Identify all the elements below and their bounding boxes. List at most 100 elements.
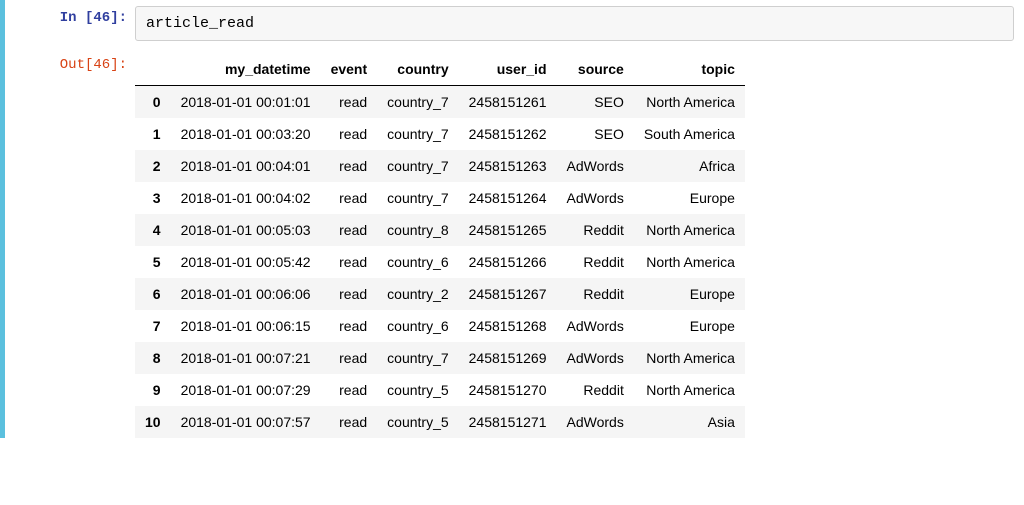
cell-event: read [321,310,378,342]
cell-topic: Europe [634,310,745,342]
cell-user_id: 2458151271 [459,406,557,438]
cell-topic: Europe [634,278,745,310]
cell-my_datetime: 2018-01-01 00:04:01 [171,150,321,182]
output-row: Out[46]: my_datetime event country user_… [5,47,1024,438]
cell-country: country_7 [377,86,458,119]
cell-my_datetime: 2018-01-01 00:03:20 [171,118,321,150]
cell-country: country_5 [377,374,458,406]
cell-user_id: 2458151262 [459,118,557,150]
dataframe-table: my_datetime event country user_id source… [135,53,745,438]
cell-source: AdWords [557,182,634,214]
cell-topic: South America [634,118,745,150]
cell-country: country_2 [377,278,458,310]
cell-country: country_6 [377,310,458,342]
cell-topic: Asia [634,406,745,438]
row-index: 9 [135,374,171,406]
index-header [135,53,171,86]
cell-user_id: 2458151268 [459,310,557,342]
cell-topic: North America [634,374,745,406]
cell-source: Reddit [557,246,634,278]
table-row: 62018-01-01 00:06:06readcountry_22458151… [135,278,745,310]
cell-topic: Africa [634,150,745,182]
cell-topic: North America [634,86,745,119]
cell-event: read [321,246,378,278]
input-prompt: In [46]: [5,0,135,26]
table-row: 92018-01-01 00:07:29readcountry_52458151… [135,374,745,406]
col-header: my_datetime [171,53,321,86]
cell-topic: North America [634,214,745,246]
cell-user_id: 2458151266 [459,246,557,278]
output-prompt: Out[46]: [5,47,135,73]
cell-user_id: 2458151267 [459,278,557,310]
row-index: 2 [135,150,171,182]
cell-event: read [321,182,378,214]
cell-user_id: 2458151270 [459,374,557,406]
row-index: 7 [135,310,171,342]
row-index: 5 [135,246,171,278]
table-row: 12018-01-01 00:03:20readcountry_72458151… [135,118,745,150]
cell-topic: North America [634,246,745,278]
cell-country: country_7 [377,150,458,182]
table-row: 52018-01-01 00:05:42readcountry_62458151… [135,246,745,278]
cell-my_datetime: 2018-01-01 00:06:06 [171,278,321,310]
cell-source: Reddit [557,374,634,406]
col-header: topic [634,53,745,86]
table-row: 22018-01-01 00:04:01readcountry_72458151… [135,150,745,182]
cell-event: read [321,118,378,150]
cell-my_datetime: 2018-01-01 00:05:42 [171,246,321,278]
table-row: 42018-01-01 00:05:03readcountry_82458151… [135,214,745,246]
cell-user_id: 2458151269 [459,342,557,374]
cell-source: AdWords [557,342,634,374]
table-row: 82018-01-01 00:07:21readcountry_72458151… [135,342,745,374]
cell-user_id: 2458151265 [459,214,557,246]
cell-country: country_8 [377,214,458,246]
cell-source: AdWords [557,406,634,438]
table-row: 102018-01-01 00:07:57readcountry_5245815… [135,406,745,438]
col-header: event [321,53,378,86]
cell-event: read [321,86,378,119]
cell-source: AdWords [557,150,634,182]
table-header: my_datetime event country user_id source… [135,53,745,86]
cell-country: country_7 [377,118,458,150]
cell-source: Reddit [557,278,634,310]
cell-user_id: 2458151261 [459,86,557,119]
cell-event: read [321,406,378,438]
row-index: 1 [135,118,171,150]
row-index: 3 [135,182,171,214]
cell-source: AdWords [557,310,634,342]
row-index: 4 [135,214,171,246]
cell-source: SEO [557,86,634,119]
input-area: article_read [135,6,1014,41]
cell-my_datetime: 2018-01-01 00:04:02 [171,182,321,214]
cell-event: read [321,278,378,310]
cell-country: country_6 [377,246,458,278]
cell-event: read [321,342,378,374]
code-cell[interactable]: article_read [135,6,1014,41]
cell-country: country_5 [377,406,458,438]
table-row: 72018-01-01 00:06:15readcountry_62458151… [135,310,745,342]
cell-source: SEO [557,118,634,150]
col-header: country [377,53,458,86]
row-index: 10 [135,406,171,438]
col-header: user_id [459,53,557,86]
table-row: 32018-01-01 00:04:02readcountry_72458151… [135,182,745,214]
row-index: 6 [135,278,171,310]
output-area: my_datetime event country user_id source… [135,47,1024,438]
input-row: In [46]: article_read [5,0,1024,47]
row-index: 8 [135,342,171,374]
row-index: 0 [135,86,171,119]
cell-my_datetime: 2018-01-01 00:05:03 [171,214,321,246]
cell-my_datetime: 2018-01-01 00:06:15 [171,310,321,342]
cell-my_datetime: 2018-01-01 00:07:29 [171,374,321,406]
col-header: source [557,53,634,86]
cell-my_datetime: 2018-01-01 00:01:01 [171,86,321,119]
cell-event: read [321,374,378,406]
cell-source: Reddit [557,214,634,246]
cell-event: read [321,150,378,182]
table-body: 02018-01-01 00:01:01readcountry_72458151… [135,86,745,439]
table-row: 02018-01-01 00:01:01readcountry_72458151… [135,86,745,119]
cell-my_datetime: 2018-01-01 00:07:57 [171,406,321,438]
cell-topic: Europe [634,182,745,214]
cell-event: read [321,214,378,246]
notebook-cell: In [46]: article_read Out[46]: my_dateti… [0,0,1024,438]
